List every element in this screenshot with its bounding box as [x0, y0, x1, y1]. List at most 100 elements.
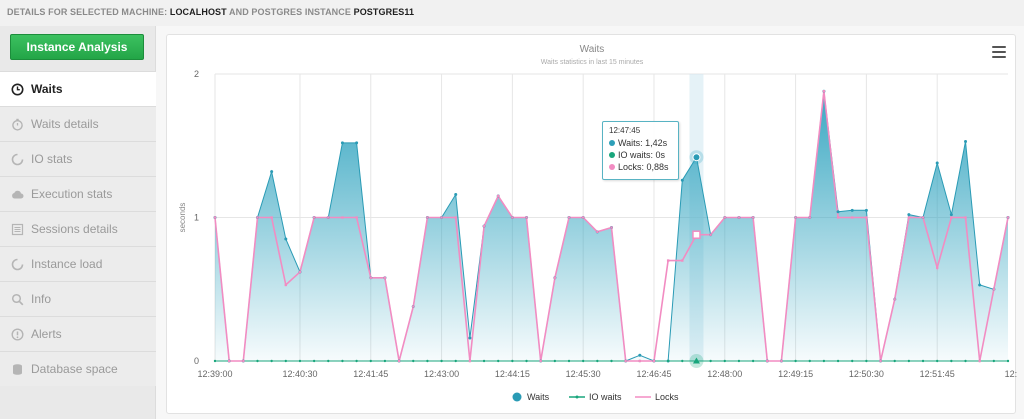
io-waits-point: [950, 359, 953, 363]
instance-analysis-button[interactable]: Instance Analysis: [10, 34, 144, 60]
io-waits-point: [808, 359, 811, 363]
sidebar-item-io-stats[interactable]: IO stats: [0, 141, 156, 176]
cloud-icon: [11, 188, 24, 201]
main-content: Waits Waits statistics in last 15 minutes…: [156, 26, 1024, 419]
legend-waits-label: Waits: [527, 392, 550, 402]
chart-subtitle: Waits statistics in last 15 minutes: [541, 59, 644, 66]
io-waits-point: [412, 359, 415, 363]
locks-point: [624, 359, 627, 363]
sidebar-item-waits[interactable]: Waits: [0, 71, 156, 106]
chart-tooltip: 12:47:45 Waits: 1,42s IO waits: 0s Locks…: [602, 121, 679, 180]
locks-point: [383, 276, 387, 279]
sidebar-item-execution-stats[interactable]: Execution stats: [0, 176, 156, 211]
locks-point: [950, 216, 953, 219]
io-waits-point: [327, 359, 330, 363]
sidebar-item-label: Instance load: [31, 257, 103, 271]
io-waits-point: [482, 359, 486, 363]
sidebar-item-sessions-details[interactable]: Sessions details: [0, 211, 156, 246]
io-waits-point: [794, 359, 797, 363]
locks-point: [964, 216, 967, 219]
locks-point: [794, 216, 797, 219]
y-tick-label: 2: [194, 69, 199, 79]
y-tick-label: 1: [194, 213, 199, 223]
locks-point: [497, 194, 500, 198]
locks-point: [822, 90, 826, 93]
io-waits-point: [723, 359, 726, 363]
io-waits-point: [553, 359, 557, 363]
machine-name: LOCALHOST: [169, 7, 227, 17]
io-waits-point: [992, 359, 996, 363]
x-tick-label: 12:53:15: [1005, 369, 1017, 379]
io-waits-point: [270, 359, 273, 363]
locks-point: [312, 216, 316, 219]
locks-point: [992, 288, 996, 291]
io-waits-point: [907, 359, 911, 363]
sidebar-item-label: Sessions details: [31, 222, 118, 236]
hamburger-menu-icon[interactable]: [992, 46, 1006, 58]
io-waits-point: [426, 359, 429, 363]
locks-point: [935, 266, 939, 269]
x-tick-label: 12:49:15: [778, 369, 813, 379]
legend-locks-label: Locks: [655, 392, 679, 402]
locks-point: [426, 216, 429, 219]
io-waits-point: [851, 359, 854, 363]
x-tick-label: 12:45:30: [566, 369, 601, 379]
tooltip-locks-dot: [609, 164, 615, 170]
locks-point: [709, 233, 712, 236]
locks-point: [482, 224, 486, 228]
locks-point: [893, 298, 896, 301]
io-waits-point: [822, 359, 826, 363]
locks-point: [539, 359, 542, 363]
locks-point: [369, 276, 372, 279]
waits-point: [284, 237, 288, 241]
locks-point: [681, 259, 684, 262]
sidebar-item-info[interactable]: Info: [0, 281, 156, 316]
sidebar-item-label: Waits: [31, 82, 63, 96]
locks-point: [751, 216, 755, 219]
chart-title: Waits: [580, 44, 605, 55]
list-icon: [11, 223, 24, 236]
x-tick-label: 12:48:00: [707, 369, 742, 379]
instance-name: POSTGRES11: [353, 7, 415, 17]
io-waits-point: [525, 359, 528, 363]
x-tick-label: 12:43:00: [424, 369, 459, 379]
tooltip-waits-dot: [609, 140, 615, 146]
io-waits-point: [751, 359, 755, 363]
sidebar-item-database-space[interactable]: Database space: [0, 351, 156, 386]
locks-point: [327, 216, 330, 219]
sidebar: Instance Analysis Waits Waits details IO s…: [0, 26, 156, 419]
tooltip-time: 12:47:45: [609, 126, 641, 135]
locks-point: [723, 216, 726, 219]
io-waits-point: [681, 359, 684, 363]
io-waits-point: [610, 359, 613, 363]
waits-point: [836, 210, 840, 214]
sidebar-nav: Waits Waits details IO stats Execution stat…: [0, 71, 156, 386]
sidebar-item-alerts[interactable]: Alerts: [0, 316, 156, 351]
io-waits-point: [355, 359, 358, 363]
sidebar-item-instance-load[interactable]: Instance load: [0, 246, 156, 281]
locks-point: [440, 216, 443, 219]
io-waits-point: [454, 359, 457, 363]
spinner-icon: [11, 153, 24, 166]
locks-point: [907, 216, 911, 219]
waits-point: [270, 170, 274, 174]
io-waits-point: [596, 359, 599, 363]
locks-point: [454, 216, 457, 219]
tooltip-io-dot: [609, 152, 615, 158]
magnifier-icon: [11, 293, 24, 306]
io-waits-point: [921, 359, 925, 363]
waits-point: [864, 208, 868, 212]
io-waits-point: [1006, 359, 1010, 363]
x-tick-label: 12:44:15: [495, 369, 530, 379]
details-header: DETAILS FOR SELECTED MACHINE: LOCALHOST …: [0, 0, 1024, 26]
stopwatch-icon: [11, 118, 24, 131]
io-waits-point: [511, 359, 514, 363]
waits-point: [680, 178, 684, 182]
y-tick-label: 0: [194, 356, 199, 366]
x-tick-label: 12:41:45: [353, 369, 388, 379]
locks-point: [780, 359, 783, 363]
io-waits-point: [893, 359, 896, 363]
locks-point: [666, 259, 670, 262]
sidebar-item-label: Alerts: [31, 327, 62, 341]
sidebar-item-waits-details[interactable]: Waits details: [0, 106, 156, 141]
